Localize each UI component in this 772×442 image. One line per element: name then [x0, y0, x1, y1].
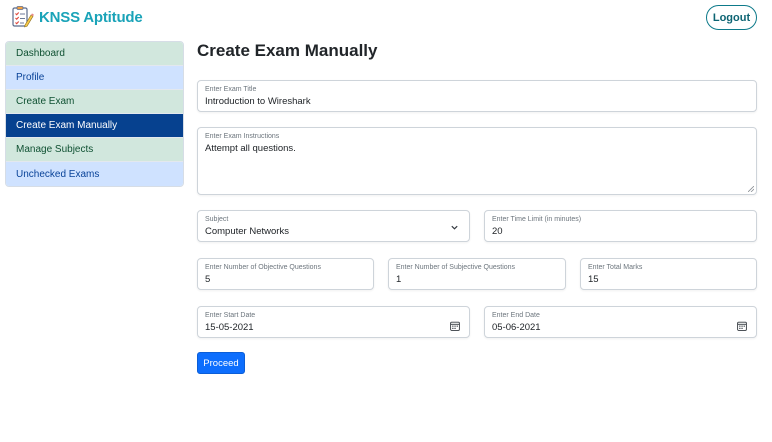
subject-value[interactable]: Computer Networks [205, 226, 289, 237]
brand-name: KNSS Aptitude [39, 8, 143, 26]
exam-title-value[interactable]: Introduction to Wireshark [205, 96, 311, 107]
start-date-value[interactable]: 15-05-2021 [205, 322, 254, 333]
calendar-icon[interactable] [450, 321, 460, 331]
proceed-button[interactable]: Proceed [197, 352, 245, 374]
page-title: Create Exam Manually [197, 41, 378, 60]
objective-questions-field[interactable]: Enter Number of Objective Questions 5 [197, 258, 374, 290]
resize-handle-icon[interactable] [748, 186, 754, 192]
end-date-label: Enter End Date [492, 312, 540, 319]
sidebar-item-create-exam[interactable]: Create Exam [6, 90, 183, 114]
subjective-questions-value[interactable]: 1 [396, 274, 401, 285]
chevron-down-icon[interactable] [450, 223, 459, 232]
total-marks-label: Enter Total Marks [588, 264, 643, 271]
subject-label: Subject [205, 216, 229, 223]
exam-checklist-logo-icon [12, 6, 34, 28]
objective-questions-label: Enter Number of Objective Questions [205, 264, 321, 271]
time-limit-field[interactable]: Enter Time Limit (in minutes) 20 [484, 210, 757, 242]
total-marks-field[interactable]: Enter Total Marks 15 [580, 258, 757, 290]
exam-title-label: Enter Exam Title [205, 86, 257, 93]
brand[interactable]: KNSS Aptitude [10, 5, 143, 29]
total-marks-value[interactable]: 15 [588, 274, 599, 285]
logout-button[interactable]: Logout [706, 5, 757, 30]
exam-instructions-label: Enter Exam Instructions [205, 133, 280, 140]
end-date-field[interactable]: Enter End Date 05-06-2021 [484, 306, 757, 338]
calendar-icon[interactable] [737, 321, 747, 331]
exam-instructions-value[interactable]: Attempt all questions. [205, 143, 296, 154]
sidebar-item-unchecked-exams[interactable]: Unchecked Exams [6, 162, 183, 186]
start-date-field[interactable]: Enter Start Date 15-05-2021 [197, 306, 470, 338]
subjective-questions-label: Enter Number of Subjective Questions [396, 264, 516, 271]
subjective-questions-field[interactable]: Enter Number of Subjective Questions 1 [388, 258, 566, 290]
sidebar-item-profile[interactable]: Profile [6, 66, 183, 90]
subject-select[interactable]: Subject Computer Networks [197, 210, 470, 242]
sidebar: Dashboard Profile Create Exam Create Exa… [5, 41, 184, 187]
time-limit-label: Enter Time Limit (in minutes) [492, 216, 582, 223]
time-limit-value[interactable]: 20 [492, 226, 503, 237]
start-date-label: Enter Start Date [205, 312, 256, 319]
sidebar-item-create-exam-manually[interactable]: Create Exam Manually [6, 114, 183, 138]
sidebar-item-dashboard[interactable]: Dashboard [6, 42, 183, 66]
sidebar-item-manage-subjects[interactable]: Manage Subjects [6, 138, 183, 162]
objective-questions-value[interactable]: 5 [205, 274, 210, 285]
exam-instructions-textarea[interactable]: Enter Exam Instructions Attempt all ques… [197, 127, 757, 195]
end-date-value[interactable]: 05-06-2021 [492, 322, 541, 333]
exam-title-field[interactable]: Enter Exam Title Introduction to Wiresha… [197, 80, 757, 112]
